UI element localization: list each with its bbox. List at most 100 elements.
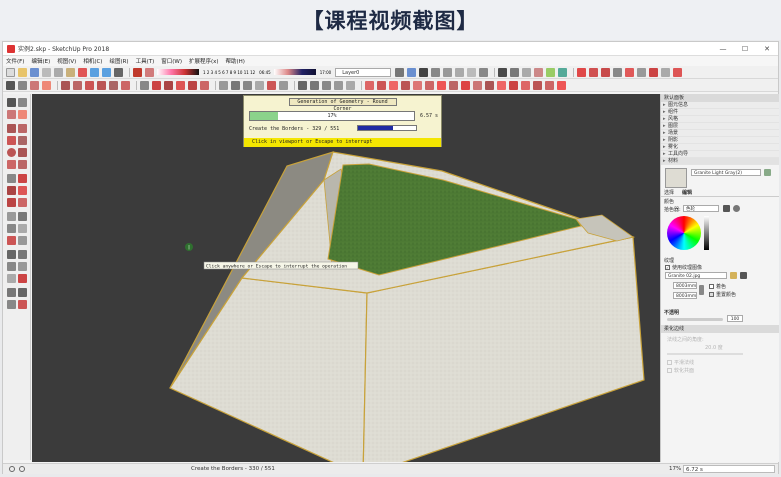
textured-icon[interactable] (546, 67, 556, 77)
print-icon[interactable] (114, 67, 123, 77)
opacity-value-field[interactable]: 100 (727, 315, 743, 322)
orbit-icon[interactable] (298, 80, 307, 90)
opacity-slider[interactable] (667, 318, 723, 321)
use-texture-checkbox[interactable]: ✓ (665, 265, 670, 270)
follow-me-icon[interactable] (18, 186, 27, 195)
plugin-icon[interactable] (437, 80, 446, 90)
maximize-button[interactable]: ☐ (734, 45, 756, 53)
3d-text-icon[interactable] (279, 80, 288, 90)
home-view-icon[interactable] (419, 67, 429, 77)
move-icon[interactable] (7, 174, 16, 183)
front-left-face[interactable] (169, 277, 368, 462)
plugin-icon[interactable] (649, 67, 659, 77)
left-view-icon[interactable] (479, 67, 489, 77)
menu-edit[interactable]: 编辑(E) (31, 57, 50, 65)
plugin-icon[interactable] (673, 67, 683, 77)
save-icon[interactable] (30, 67, 39, 77)
wireframe-icon[interactable] (510, 67, 520, 77)
scale-icon[interactable] (7, 198, 16, 207)
rectangle-icon[interactable] (85, 80, 94, 90)
menu-tools[interactable]: 工具(T) (136, 57, 155, 65)
shadow-time-slider[interactable] (157, 69, 199, 75)
offset-icon[interactable] (200, 80, 209, 90)
rotate-icon[interactable] (7, 186, 16, 195)
model-canvas[interactable]: I Click anywhere or Escape to interrupt … (32, 94, 660, 462)
tray-panel-layers[interactable]: 图层 (661, 123, 779, 130)
3d-text-icon[interactable] (18, 236, 27, 245)
plugin-icon[interactable] (577, 67, 587, 77)
axes-icon[interactable] (7, 236, 16, 245)
top-view-icon[interactable] (431, 67, 441, 77)
layers-icon[interactable] (395, 67, 405, 77)
plugin-icon[interactable] (545, 80, 554, 90)
plugin-icon[interactable] (533, 80, 542, 90)
plugin-icon[interactable] (401, 80, 410, 90)
plugin-icon[interactable] (625, 67, 635, 77)
tape-measure-icon[interactable] (7, 212, 16, 221)
plugin-icon[interactable] (613, 67, 623, 77)
menu-camera[interactable]: 相机(C) (83, 57, 102, 65)
select-tool-icon[interactable] (6, 80, 15, 90)
tray-panel-scenes[interactable]: 场景 (661, 130, 779, 137)
freehand-icon[interactable] (18, 124, 27, 133)
look-around-icon[interactable] (7, 300, 16, 309)
tape-measure-icon[interactable] (219, 80, 228, 90)
pie-icon[interactable] (18, 160, 27, 169)
tray-panel-styles[interactable]: 风格 (661, 116, 779, 123)
geo-location-icon[interactable] (9, 466, 15, 472)
brightness-slider[interactable] (704, 216, 709, 250)
paint-bucket-icon[interactable] (30, 80, 39, 90)
drawing-viewport[interactable]: I Click anywhere or Escape to interrupt … (32, 94, 660, 462)
walk-icon[interactable] (18, 288, 27, 297)
plugin-icon[interactable] (425, 80, 434, 90)
minimize-button[interactable]: — (712, 45, 734, 53)
softening-header[interactable]: 柔化边线 (661, 325, 779, 333)
erase-icon[interactable] (78, 67, 87, 77)
xray-icon[interactable] (498, 67, 508, 77)
push-pull-icon[interactable] (152, 80, 161, 90)
plugin-icon[interactable] (497, 80, 506, 90)
polygon-icon[interactable] (109, 80, 118, 90)
edit-texture-icon[interactable] (740, 272, 747, 279)
match-color-icon[interactable] (723, 205, 730, 212)
menu-file[interactable]: 文件(F) (6, 57, 24, 65)
redo-icon[interactable] (102, 67, 111, 77)
menu-help[interactable]: 帮助(H) (226, 57, 245, 65)
eraser-icon[interactable] (42, 80, 51, 90)
escape-hint[interactable]: Click in viewport or Escape to interrupt (244, 138, 441, 147)
copy-icon[interactable] (54, 67, 63, 77)
dimension-icon[interactable] (231, 80, 240, 90)
push-pull-icon[interactable] (18, 174, 27, 183)
iso-view-icon[interactable] (407, 67, 417, 77)
position-camera-icon[interactable] (7, 288, 16, 297)
aspect-lock-icon[interactable] (699, 285, 704, 295)
create-material-icon[interactable] (764, 169, 771, 176)
previous-view-icon[interactable] (18, 274, 27, 283)
shadow-icon[interactable] (145, 67, 154, 77)
open-folder-icon[interactable] (18, 67, 27, 77)
match-screen-icon[interactable] (733, 205, 740, 212)
menu-draw[interactable]: 绘图(R) (109, 57, 128, 65)
move-icon[interactable] (140, 80, 149, 90)
paint-bucket-icon[interactable] (7, 110, 16, 119)
tab-edit[interactable]: 编辑 (682, 189, 692, 196)
reset-color-swatch[interactable] (709, 292, 714, 297)
layer-select[interactable]: Layer0 (335, 67, 392, 77)
texture-height-field[interactable]: 8003mm (673, 292, 697, 299)
texture-file-field[interactable]: Granite 02.jpg (665, 272, 727, 279)
component-icon[interactable] (18, 80, 27, 90)
monochrome-icon[interactable] (558, 67, 568, 77)
plugin-icon[interactable] (485, 80, 494, 90)
hidden-line-icon[interactable] (522, 67, 532, 77)
eraser-icon[interactable] (18, 110, 27, 119)
orbit-icon[interactable] (7, 250, 16, 259)
credits-icon[interactable] (19, 466, 25, 472)
tab-select[interactable]: 选择 (664, 189, 674, 196)
line-tool-icon[interactable] (61, 80, 70, 90)
paste-icon[interactable] (66, 67, 75, 77)
dimension-icon[interactable] (18, 212, 27, 221)
zoom-icon[interactable] (322, 80, 331, 90)
offset-icon[interactable] (18, 198, 27, 207)
plugin-icon[interactable] (413, 80, 422, 90)
menu-extensions[interactable]: 扩展程序(x) (189, 57, 219, 65)
